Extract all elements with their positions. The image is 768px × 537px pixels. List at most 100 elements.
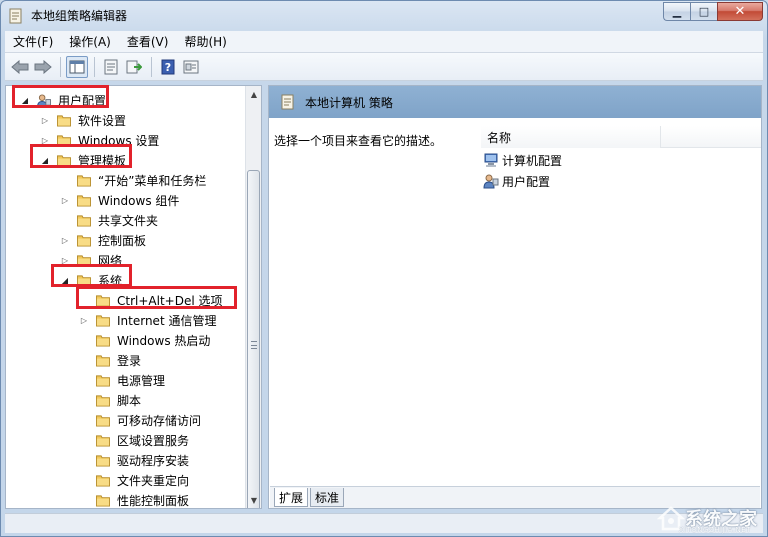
tree-item[interactable]: ◢ 用户配置 [20,90,106,110]
list-item-user-config[interactable]: 用户配置 [483,171,550,191]
column-header-name[interactable]: 名称 [481,126,661,148]
list-item-label: 计算机配置 [502,153,563,168]
folder-icon [77,274,91,287]
tree-item[interactable]: 登录 [79,350,141,370]
tree-item[interactable]: 电源管理 [79,370,165,390]
tree-item[interactable]: 区域设置服务 [79,430,189,450]
show-hide-tree-button[interactable] [66,55,88,78]
tree-item-label: 网络 [98,253,123,268]
close-button[interactable]: ✕ [717,2,763,21]
expanded-triangle-icon[interactable]: ◢ [20,95,30,105]
tree-item[interactable]: Windows 热启动 [79,330,210,350]
column-header-spacer [661,126,761,147]
help-icon: ? [161,59,175,74]
expanded-triangle-icon[interactable]: ◢ [40,155,50,165]
tree-item-label: 共享文件夹 [98,213,159,228]
computer-config-icon [484,153,498,167]
maximize-button[interactable]: □ [690,2,717,21]
details-pane: 本地计算机 策略 选择一个项目来查看它的描述。 名称 计算机配置 用户配置 扩展… [268,85,762,509]
folder-icon [57,114,71,127]
toolbar: ? [5,53,763,81]
tab-standard[interactable]: 标准 [310,488,345,507]
properties-button[interactable] [100,56,122,78]
folder-icon [96,494,110,507]
show-hide-tree-icon [69,60,85,73]
tree-item-label: 驱动程序安装 [117,453,190,468]
filter-button[interactable] [180,56,202,78]
collapsed-triangle-icon[interactable]: ▷ [60,195,70,205]
navigation-tree[interactable]: ◢ 用户配置 ▷ 软件设置 ▷ Windows 设置 ◢ 管理模板 “开始”菜单和任务栏 ▷ Win… [5,85,262,509]
site-watermark: 系统之家 XITONGZHIJIA.NET [657,504,757,534]
tree-item-label: 软件设置 [78,113,127,128]
collapsed-triangle-icon[interactable]: ▷ [40,115,50,125]
tree-item[interactable]: ◢ 管理模板 [40,150,126,170]
collapsed-triangle-icon[interactable]: ▷ [40,135,50,145]
tree-item-label: Ctrl+Alt+Del 选项 [117,293,223,308]
folder-icon [96,414,110,427]
tree-item[interactable]: ▷ Windows 设置 [40,130,159,150]
tree-item[interactable]: ▷ 软件设置 [40,110,126,130]
user-config-icon [483,174,499,189]
tree-item-label: 可移动存储访问 [117,413,202,428]
tree-item[interactable]: Ctrl+Alt+Del 选项 [79,290,222,310]
menu-action[interactable]: 操作(A) [61,33,119,50]
tree-item[interactable]: ▷ Windows 组件 [60,190,179,210]
tree-item[interactable]: 文件夹重定向 [79,470,189,490]
export-button[interactable] [123,56,145,78]
scrollbar-thumb[interactable] [247,170,260,508]
folder-icon [96,314,110,327]
help-button[interactable]: ? [157,56,179,78]
menu-view[interactable]: 查看(V) [119,33,177,50]
list-item-computer-config[interactable]: 计算机配置 [483,150,562,170]
tree-item-label: “开始”菜单和任务栏 [98,173,207,188]
folder-icon [96,334,110,347]
folder-icon [96,434,110,447]
menu-file[interactable]: 文件(F) [5,33,61,50]
collapsed-triangle-icon[interactable]: ▷ [60,255,70,265]
tree-item[interactable]: ▷ 网络 [60,250,122,270]
scrollbar-grip-icon [251,341,257,349]
collapsed-triangle-icon[interactable]: ▷ [79,315,89,325]
folder-icon [77,254,91,267]
collapsed-triangle-icon[interactable]: ▷ [60,235,70,245]
tree-scrollbar[interactable]: ▲ ▼ [245,86,261,508]
tree-item[interactable]: ▷ 控制面板 [60,230,146,250]
folder-icon [96,354,110,367]
tree-item[interactable]: “开始”菜单和任务栏 [60,170,206,190]
tree-item[interactable]: ▷ Internet 通信管理 [79,310,217,330]
tree-item[interactable]: 脚本 [79,390,141,410]
tree-item-label: 系统 [98,273,123,288]
minimize-button[interactable]: ▁ [663,2,690,21]
scroll-up-icon[interactable]: ▲ [246,86,261,102]
back-arrow-icon [11,59,29,74]
tree-item[interactable]: 可移动存储访问 [79,410,201,430]
list-item-label: 用户配置 [502,174,551,189]
scroll-down-icon[interactable]: ▼ [246,492,261,508]
folder-icon [57,134,71,147]
menu-help[interactable]: 帮助(H) [176,33,234,50]
watermark-subtext: XITONGZHIJIA.NET [678,526,751,534]
tree-item-label: Windows 组件 [98,193,180,208]
tree-item[interactable]: ◢ 系统 [60,270,122,290]
tree-item-label: 用户配置 [58,93,107,108]
tree-item-label: 性能控制面板 [117,493,190,508]
list-header: 名称 [481,126,761,148]
tree-item[interactable]: 共享文件夹 [60,210,158,230]
tree-item-label: Windows 设置 [78,133,160,148]
tree-item[interactable]: 驱动程序安装 [79,450,189,470]
title-bar[interactable]: 本地组策略编辑器 ▁ □ ✕ [1,1,767,29]
tab-extended[interactable]: 扩展 [274,488,309,507]
expanded-triangle-icon[interactable]: ◢ [60,275,70,285]
tree-item[interactable]: 性能控制面板 [79,490,190,508]
folder-icon [96,474,110,487]
back-button[interactable] [9,56,31,78]
forward-button[interactable] [32,56,54,78]
